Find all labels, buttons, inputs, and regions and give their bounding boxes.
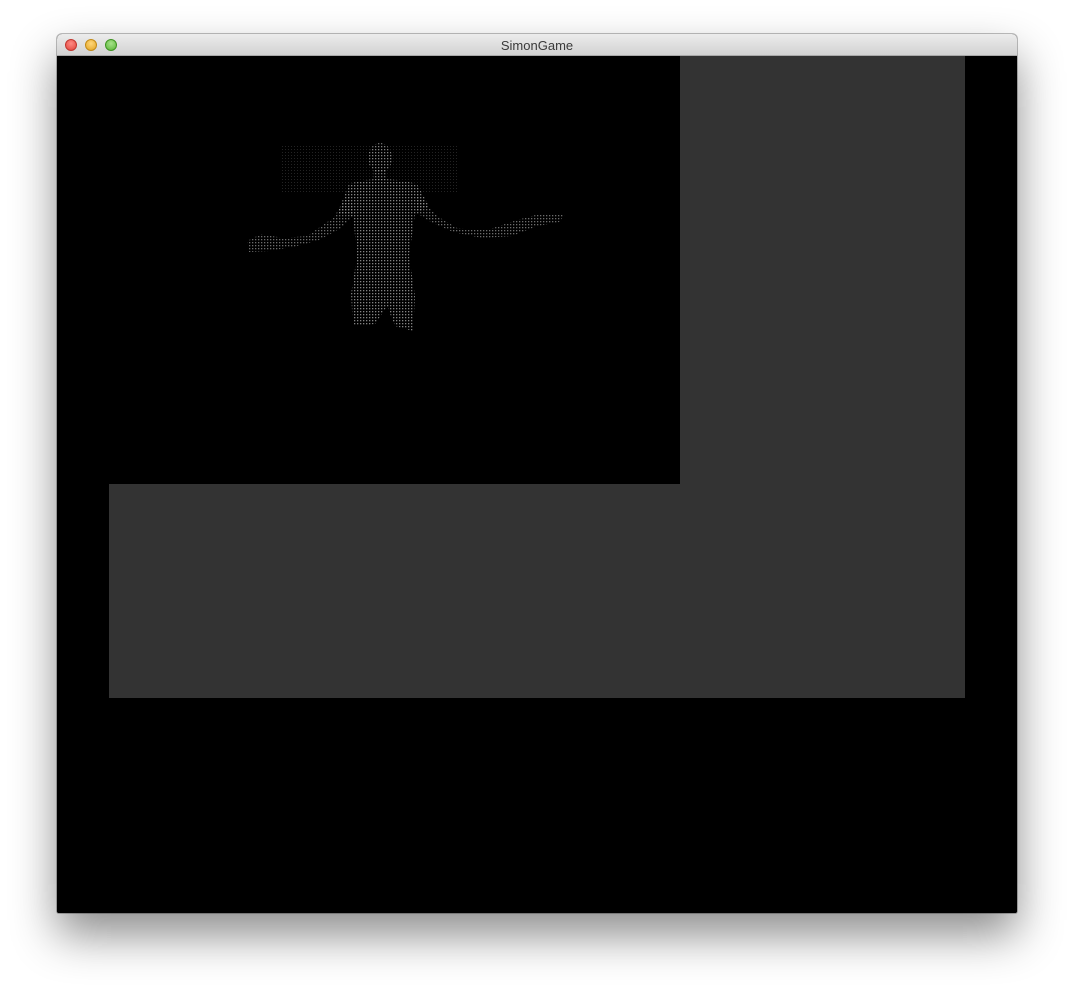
game-canvas[interactable] [57,56,1017,913]
app-window: SimonGame [57,34,1017,913]
window-title: SimonGame [500,38,574,53]
person-point-cloud-icon [247,143,565,331]
depth-camera-view [57,56,680,484]
title-bar[interactable]: SimonGame [57,34,1017,56]
bottom-panel [109,484,965,698]
